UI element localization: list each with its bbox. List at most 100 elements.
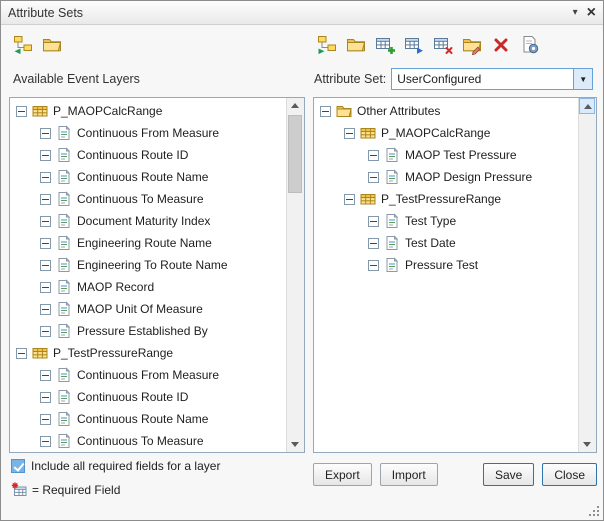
save-button[interactable]: Save <box>483 463 534 486</box>
tree-item-label: P_MAOPCalcRange <box>53 104 162 118</box>
collapse-icon[interactable] <box>40 326 51 337</box>
collapse-icon[interactable] <box>40 282 51 293</box>
titlebar[interactable]: Attribute Sets ▾ × <box>1 1 603 25</box>
tree-item-continuous-route-id[interactable]: Continuous Route ID <box>10 386 286 408</box>
field-icon <box>56 279 72 295</box>
tree-item-test-date[interactable]: Test Date <box>314 232 578 254</box>
tree-item-engineering-to-route-name[interactable]: Engineering To Route Name <box>10 254 286 276</box>
tree-item-continuous-to-measure[interactable]: Continuous To Measure <box>10 430 286 452</box>
close-button[interactable]: Close <box>542 463 597 486</box>
collapse-icon[interactable] <box>368 238 379 249</box>
tree-item-maop-record[interactable]: MAOP Record <box>10 276 286 298</box>
left-panel-scrollbar[interactable] <box>286 98 304 452</box>
tree-item-p-maopcalcrange[interactable]: P_MAOPCalcRange <box>10 100 286 122</box>
field-icon <box>56 169 72 185</box>
collapse-icon[interactable] <box>40 216 51 227</box>
tree-item-continuous-route-id[interactable]: Continuous Route ID <box>10 144 286 166</box>
collapse-icon[interactable] <box>40 194 51 205</box>
tree-item-continuous-route-name[interactable]: Continuous Route Name <box>10 166 286 188</box>
tree-item-continuous-from-measure[interactable]: Continuous From Measure <box>10 122 286 144</box>
collapse-icon[interactable] <box>40 392 51 403</box>
collapse-icon[interactable] <box>40 260 51 271</box>
tree-item-label: Pressure Established By <box>77 324 208 338</box>
include-required-fields-row: Include all required fields for a layer <box>11 459 220 473</box>
tree-item-label: Continuous From Measure <box>77 368 219 382</box>
tree-item-p-maopcalcrange[interactable]: P_MAOPCalcRange <box>314 122 578 144</box>
field-icon <box>56 301 72 317</box>
tree-item-continuous-to-measure[interactable]: Continuous To Measure <box>10 188 286 210</box>
close-icon[interactable]: × <box>587 5 596 21</box>
resize-grip[interactable] <box>587 504 599 516</box>
collapse-icon[interactable] <box>40 128 51 139</box>
scroll-down-icon[interactable] <box>579 436 595 452</box>
collapse-icon[interactable] <box>40 238 51 249</box>
tree-item-label: Pressure Test <box>405 258 478 272</box>
collapse-icon[interactable] <box>40 414 51 425</box>
edit-attribute-set-icon[interactable] <box>462 35 482 55</box>
scroll-up-icon[interactable] <box>287 98 303 114</box>
attribute-sets-dialog: Attribute Sets ▾ × Available Event Layer… <box>0 0 604 521</box>
dropdown-arrow-icon[interactable]: ▼ <box>573 69 592 89</box>
tree-item-pressure-established-by[interactable]: Pressure Established By <box>10 320 286 342</box>
tree-item-label: Continuous Route Name <box>77 412 208 426</box>
include-required-fields-checkbox[interactable] <box>11 459 25 473</box>
tree-item-label: Continuous From Measure <box>77 126 219 140</box>
button-row: Export Import Save Close <box>313 463 597 486</box>
tree-item-p-testpressurerange[interactable]: P_TestPressureRange <box>10 342 286 364</box>
attribute-set-properties-icon[interactable] <box>520 35 540 55</box>
collapse-icon[interactable] <box>40 304 51 315</box>
tree-item-test-type[interactable]: Test Type <box>314 210 578 232</box>
scroll-thumb[interactable] <box>288 115 302 193</box>
collapse-icon[interactable] <box>16 106 27 117</box>
collapse-icon[interactable] <box>368 260 379 271</box>
open-attribute-set-folder-icon[interactable] <box>42 35 62 55</box>
tree-item-p-testpressurerange[interactable]: P_TestPressureRange <box>314 188 578 210</box>
tree-item-maop-design-pressure[interactable]: MAOP Design Pressure <box>314 166 578 188</box>
toolbar <box>1 35 603 57</box>
tree-item-label: Continuous Route Name <box>77 170 208 184</box>
scroll-up-icon[interactable] <box>579 98 595 114</box>
collapse-icon[interactable] <box>368 150 379 161</box>
field-icon <box>56 323 72 339</box>
available-layers-panel: P_MAOPCalcRange Continuous From Measure Co… <box>9 97 305 453</box>
add-attribute-set-icon[interactable] <box>317 35 337 55</box>
collapse-icon[interactable] <box>40 436 51 447</box>
collapse-icon[interactable] <box>320 106 331 117</box>
field-icon <box>384 169 400 185</box>
tree-item-document-maturity-index[interactable]: Document Maturity Index <box>10 210 286 232</box>
layer-icon <box>360 191 376 207</box>
tree-item-other-attributes[interactable]: Other Attributes <box>314 100 578 122</box>
dialog-menu-icon[interactable]: ▾ <box>573 8 578 18</box>
collapse-icon[interactable] <box>40 150 51 161</box>
add-field-icon[interactable] <box>375 35 395 55</box>
import-button[interactable]: Import <box>380 463 438 486</box>
collapse-icon[interactable] <box>16 348 27 359</box>
delete-attribute-set-icon[interactable] <box>491 35 511 55</box>
tree-item-maop-unit-of-measure[interactable]: MAOP Unit Of Measure <box>10 298 286 320</box>
collapse-icon[interactable] <box>344 194 355 205</box>
collapse-icon[interactable] <box>40 370 51 381</box>
tree-item-engineering-route-name[interactable]: Engineering Route Name <box>10 232 286 254</box>
tree-item-label: Test Type <box>405 214 456 228</box>
tree-item-pressure-test[interactable]: Pressure Test <box>314 254 578 276</box>
tree-item-label: MAOP Unit Of Measure <box>77 302 203 316</box>
move-field-icon[interactable] <box>404 35 424 55</box>
field-icon <box>56 125 72 141</box>
new-attribute-set-icon[interactable] <box>13 35 33 55</box>
field-icon <box>56 213 72 229</box>
collapse-icon[interactable] <box>344 128 355 139</box>
tree-item-continuous-from-measure[interactable]: Continuous From Measure <box>10 364 286 386</box>
collapse-icon[interactable] <box>40 172 51 183</box>
export-button[interactable]: Export <box>313 463 372 486</box>
tree-item-maop-test-pressure[interactable]: MAOP Test Pressure <box>314 144 578 166</box>
collapse-icon[interactable] <box>368 172 379 183</box>
tree-item-continuous-route-name[interactable]: Continuous Route Name <box>10 408 286 430</box>
scroll-down-icon[interactable] <box>287 436 303 452</box>
attribute-set-dropdown[interactable]: UserConfigured ▼ <box>391 68 593 90</box>
attribute-set-tree: Other AttributesP_MAOPCalcRangeMAOP Test… <box>314 100 578 452</box>
remove-field-icon[interactable] <box>433 35 453 55</box>
new-group-icon[interactable] <box>346 35 366 55</box>
field-icon <box>56 191 72 207</box>
right-panel-scrollbar[interactable] <box>578 98 596 452</box>
collapse-icon[interactable] <box>368 216 379 227</box>
